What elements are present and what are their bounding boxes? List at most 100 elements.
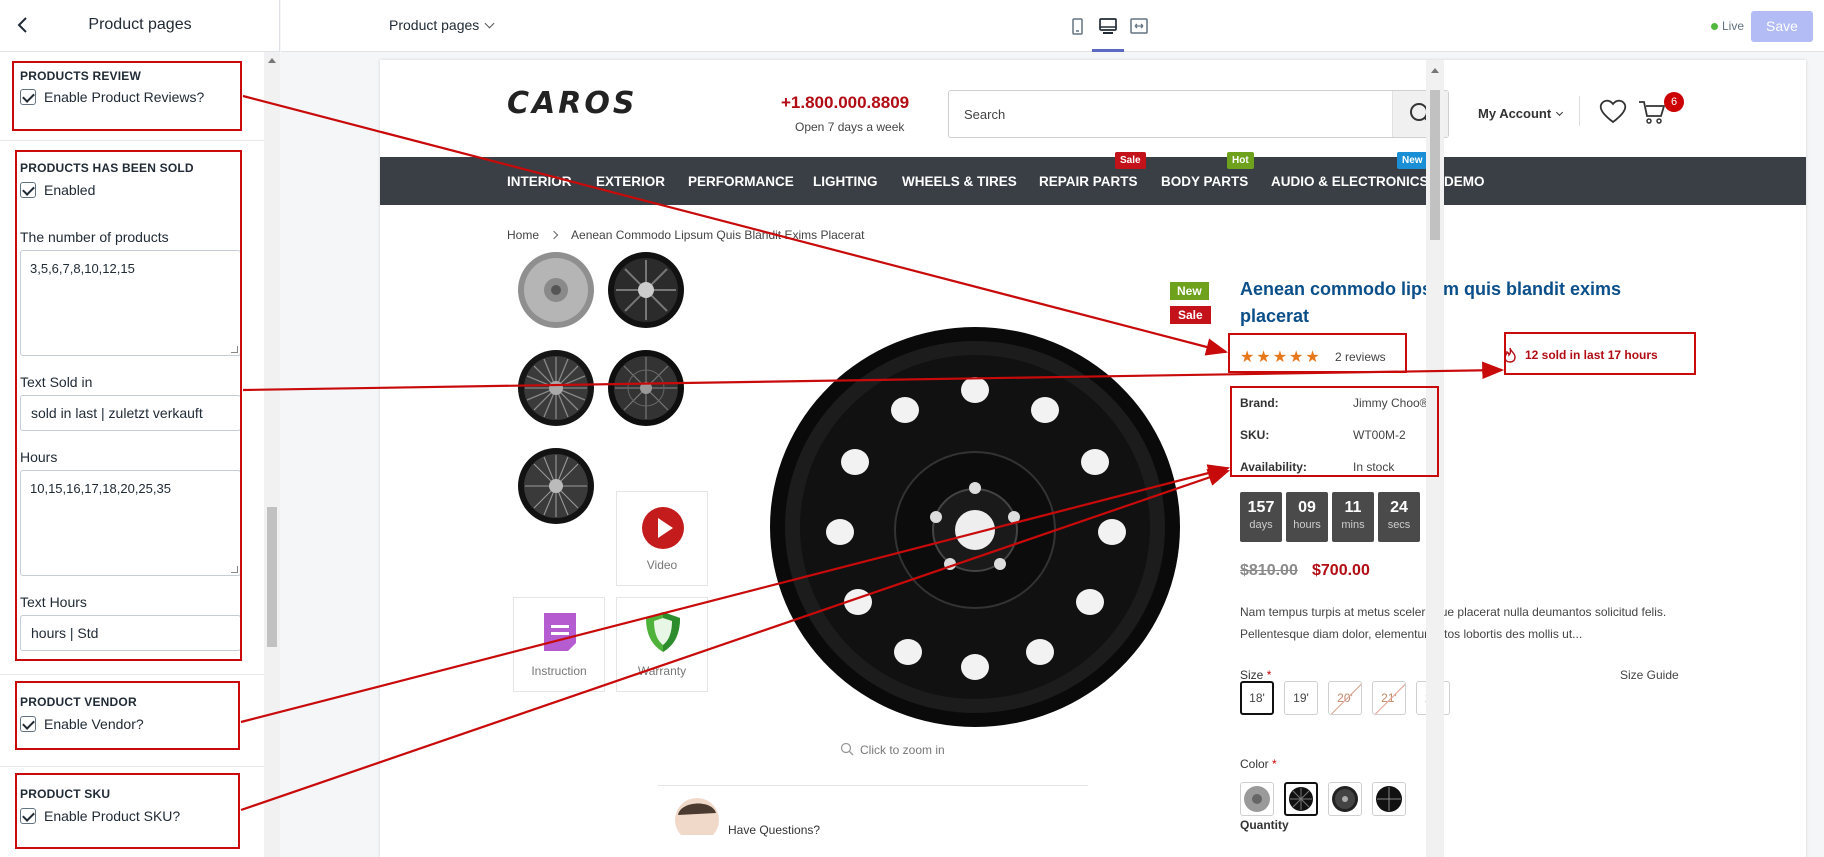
instruction-thumbnail[interactable]: Instruction bbox=[513, 597, 605, 692]
wheel-multi-spoke-thumbnail-icon bbox=[518, 350, 594, 426]
have-questions-link[interactable]: Have Questions? bbox=[728, 823, 820, 837]
scroll-up-arrow-icon[interactable] bbox=[268, 58, 276, 63]
breadcrumb-home[interactable]: Home bbox=[507, 228, 539, 242]
live-status: Live bbox=[1711, 19, 1744, 33]
scrollbar-thumb[interactable] bbox=[267, 507, 277, 647]
desktop-view-icon[interactable] bbox=[1098, 16, 1118, 36]
store-logo[interactable]: CAROS bbox=[507, 86, 637, 121]
countdown-unit: secs bbox=[1387, 519, 1411, 531]
fullscreen-view-icon[interactable] bbox=[1129, 16, 1149, 36]
save-button[interactable]: Save bbox=[1751, 11, 1813, 42]
live-label: Live bbox=[1722, 19, 1745, 33]
size-option-unavailable[interactable]: 20' bbox=[1328, 681, 1362, 715]
instruction-document-icon bbox=[544, 613, 576, 651]
wheel-silver-thumbnail-icon bbox=[518, 252, 594, 328]
color-swatch-dark[interactable] bbox=[1372, 782, 1406, 816]
color-swatch-black-selected[interactable] bbox=[1284, 782, 1318, 816]
countdown-unit: days bbox=[1249, 519, 1273, 531]
nav-item-body-parts[interactable]: BODY PARTS bbox=[1161, 174, 1248, 189]
annotation-box-sold-notice bbox=[1504, 332, 1696, 375]
product-thumbnail[interactable] bbox=[511, 441, 601, 531]
product-thumbnail[interactable] bbox=[601, 343, 691, 433]
color-swatch-silver[interactable] bbox=[1240, 782, 1274, 816]
product-title: Aenean commodo lipsum quis blandit exims… bbox=[1240, 279, 1622, 326]
wheel-black-spoke-thumbnail-icon bbox=[608, 252, 684, 328]
chevron-down-icon bbox=[484, 18, 495, 29]
video-play-icon bbox=[642, 507, 684, 549]
product-thumbnail[interactable] bbox=[601, 245, 691, 335]
product-badge-new: New bbox=[1170, 282, 1209, 300]
editor-sidebar: Product pages PRODUCTS REVIEW Enable Pro… bbox=[0, 0, 280, 857]
video-caption: Video bbox=[646, 558, 678, 572]
active-view-indicator bbox=[1092, 49, 1124, 52]
warranty-thumbnail[interactable]: Warranty bbox=[616, 597, 708, 692]
live-dot-icon bbox=[1711, 23, 1718, 30]
nav-item-interior[interactable]: INTERIOR bbox=[507, 174, 572, 189]
mobile-view-icon[interactable] bbox=[1067, 16, 1087, 36]
scroll-up-arrow-icon[interactable] bbox=[1431, 68, 1439, 73]
nav-item-demo[interactable]: DEMO bbox=[1444, 174, 1485, 189]
annotation-box-product-meta bbox=[1230, 386, 1439, 477]
magnifier-icon bbox=[840, 742, 854, 756]
countdown-unit: hours bbox=[1293, 519, 1321, 531]
cart-icon[interactable] bbox=[1637, 98, 1667, 126]
section-divider bbox=[658, 785, 1088, 786]
wheel-silver-swatch-icon bbox=[1244, 786, 1270, 812]
store-search-input[interactable]: Search bbox=[948, 90, 1449, 138]
annotation-box-vendor bbox=[15, 681, 240, 750]
nav-tag-new: New bbox=[1397, 152, 1428, 169]
nav-item-performance[interactable]: PERFORMANCE bbox=[688, 174, 794, 189]
annotation-box-reviews bbox=[1228, 333, 1407, 373]
nav-item-audio-electronics[interactable]: AUDIO & ELECTRONICS bbox=[1271, 174, 1429, 189]
instruction-caption: Instruction bbox=[531, 664, 587, 678]
size-label: Size * bbox=[1240, 668, 1271, 682]
size-option-unavailable[interactable]: 21' bbox=[1372, 681, 1406, 715]
size-guide-link[interactable]: Size Guide bbox=[1620, 668, 1679, 682]
color-label-text: Color bbox=[1240, 757, 1269, 771]
nav-item-wheels-tires[interactable]: WHEELS & TIRES bbox=[902, 174, 1017, 189]
color-swatch-gunmetal[interactable] bbox=[1328, 782, 1362, 816]
product-badge-sale: Sale bbox=[1170, 306, 1211, 324]
divider bbox=[0, 140, 264, 141]
main-navigation: INTERIOR EXTERIOR PERFORMANCE LIGHTING W… bbox=[380, 157, 1806, 205]
size-option[interactable]: 19' bbox=[1284, 681, 1318, 715]
search-placeholder: Search bbox=[964, 107, 1006, 122]
page-selector-dropdown[interactable]: Product pages bbox=[389, 17, 495, 33]
header-divider bbox=[1579, 96, 1580, 126]
my-account-menu[interactable]: My Account bbox=[1478, 106, 1564, 121]
chevron-down-icon bbox=[1556, 108, 1564, 117]
countdown-hours: 09 hours bbox=[1286, 492, 1328, 542]
wheel-mesh-thumbnail-icon bbox=[608, 350, 684, 426]
nav-item-exterior[interactable]: EXTERIOR bbox=[596, 174, 665, 189]
required-asterisk: * bbox=[1272, 757, 1277, 771]
quantity-label: Quantity bbox=[1240, 818, 1289, 832]
warranty-caption: Warranty bbox=[637, 664, 687, 678]
countdown-mins: 11 mins bbox=[1332, 492, 1374, 542]
nav-tag-hot: Hot bbox=[1227, 152, 1254, 169]
warranty-shield-icon bbox=[646, 612, 680, 652]
zoom-hint[interactable]: Click to zoom in bbox=[840, 742, 945, 757]
sidebar-scrollbar[interactable] bbox=[264, 52, 280, 857]
nav-item-repair-parts[interactable]: REPAIR PARTS bbox=[1039, 174, 1138, 189]
main-product-image[interactable] bbox=[750, 302, 1190, 742]
countdown-number: 24 bbox=[1390, 499, 1408, 516]
product-thumbnail[interactable] bbox=[511, 343, 601, 433]
countdown-days: 157 days bbox=[1240, 492, 1282, 542]
zoom-hint-label: Click to zoom in bbox=[860, 743, 945, 757]
breadcrumb-current: Aenean Commodo Lipsum Quis Blandit Exims… bbox=[571, 228, 865, 242]
product-thumbnail[interactable] bbox=[511, 245, 601, 335]
wheel-gunmetal-swatch-icon bbox=[1332, 786, 1358, 812]
size-option[interactable]: 18' bbox=[1240, 681, 1274, 715]
phone-number: +1.800.000.8809 bbox=[781, 93, 910, 112]
countdown-unit: mins bbox=[1341, 519, 1365, 531]
countdown-number: 157 bbox=[1247, 499, 1275, 516]
chevron-right-icon bbox=[549, 230, 559, 240]
required-asterisk: * bbox=[1266, 668, 1272, 682]
scrollbar-thumb[interactable] bbox=[1430, 90, 1440, 240]
phone-hours: Open 7 days a week bbox=[795, 120, 905, 134]
size-label-text: Size bbox=[1240, 668, 1264, 682]
color-label: Color * bbox=[1240, 757, 1277, 771]
wishlist-heart-icon[interactable] bbox=[1598, 97, 1628, 125]
nav-item-lighting[interactable]: LIGHTING bbox=[813, 174, 878, 189]
video-thumbnail[interactable]: Video bbox=[616, 491, 708, 586]
